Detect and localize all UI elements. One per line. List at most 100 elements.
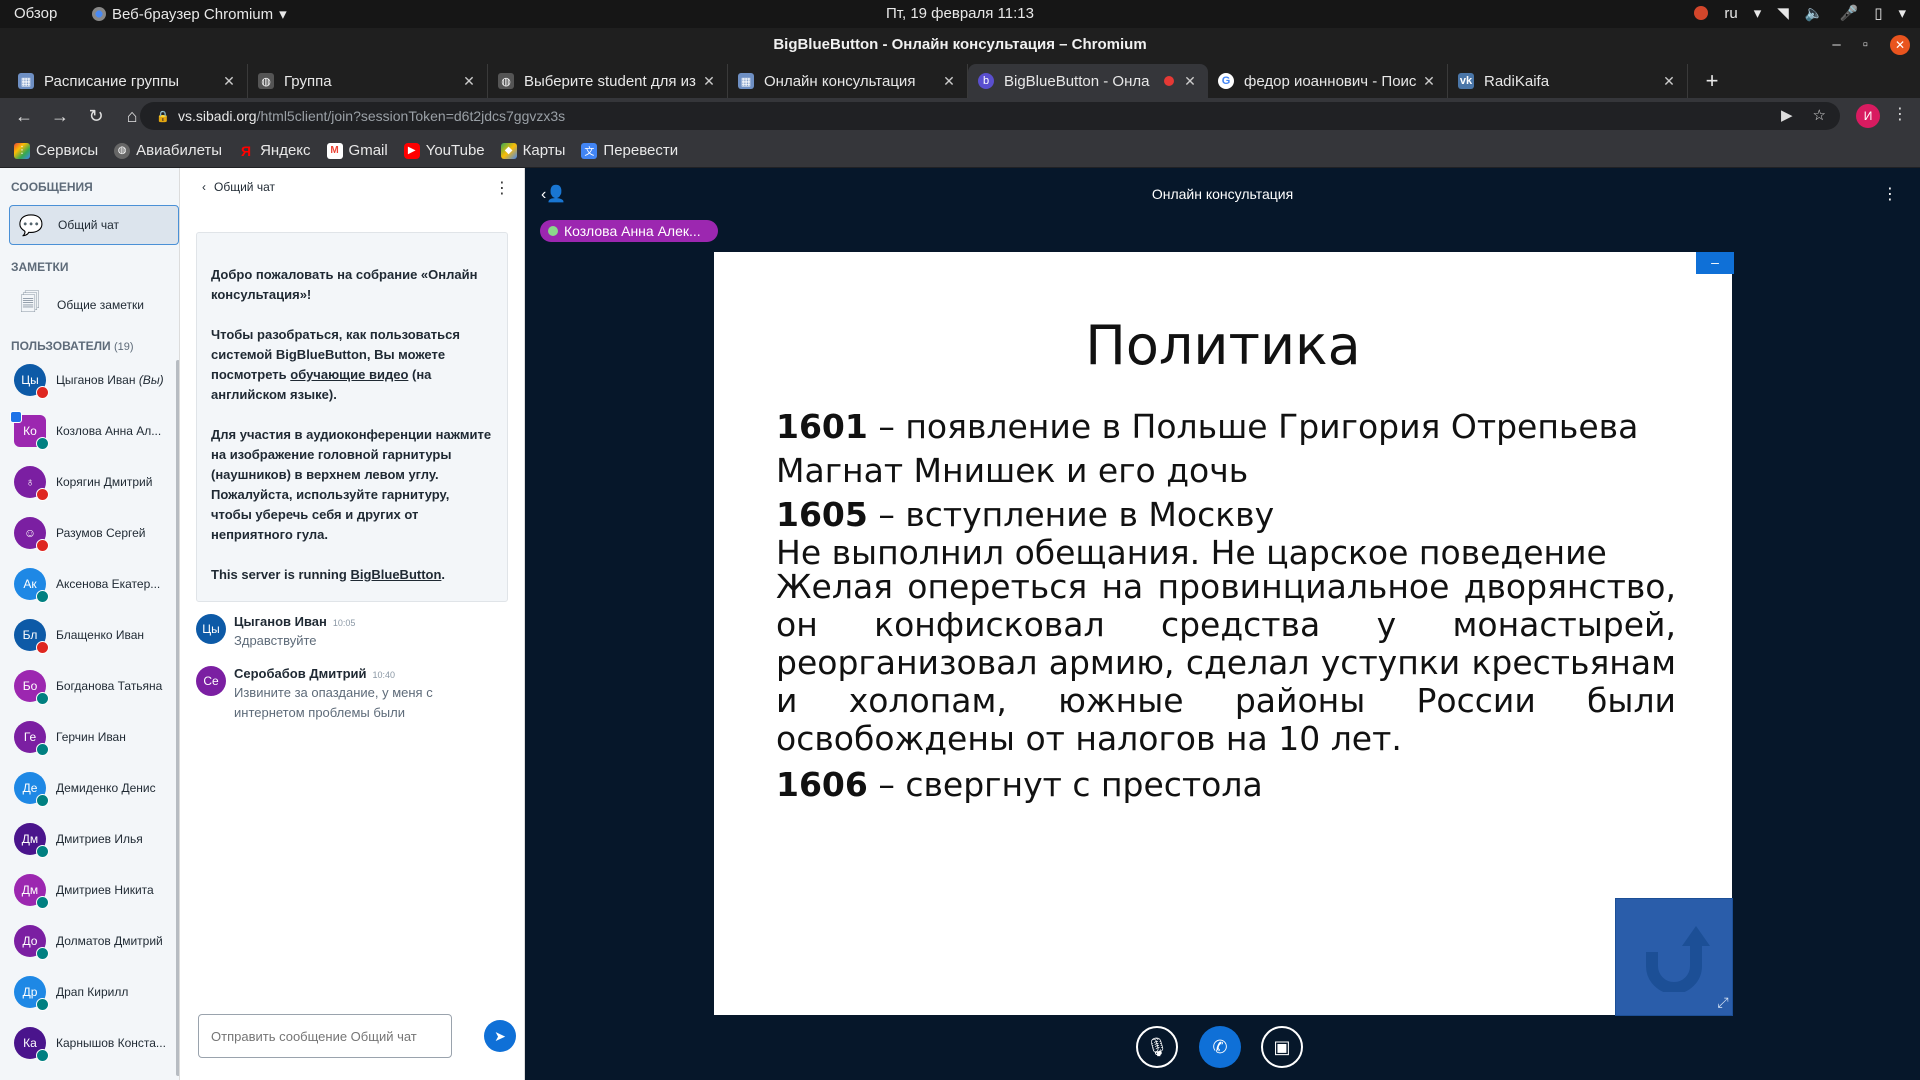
- user-list-item[interactable]: Ко Козлова Анна Ал...: [10, 411, 174, 451]
- bookmark-avia[interactable]: ◍ Авиабилеты: [114, 142, 222, 159]
- user-list-item[interactable]: Ка Карнышов Конста...: [14, 1023, 174, 1063]
- user-list-item[interactable]: До Долматов Дмитрий: [14, 921, 174, 961]
- user-list-item[interactable]: Бо Богданова Татьяна: [14, 666, 174, 706]
- user-name-text: Цыганов Иван: [56, 373, 136, 387]
- profile-avatar[interactable]: И: [1856, 104, 1880, 128]
- bigbluebutton-link[interactable]: BigBlueButton: [350, 567, 441, 582]
- battery-icon: ▯: [1874, 5, 1883, 22]
- bookmark-youtube[interactable]: ▶ YouTube: [403, 142, 485, 159]
- tab-radikaifa[interactable]: vk RadiKaifa ✕: [1448, 64, 1688, 98]
- new-tab-button[interactable]: +: [1698, 67, 1726, 95]
- user-list-item[interactable]: ♁ Корягин Дмитрий: [14, 462, 174, 502]
- avatar-initials: До: [22, 934, 38, 948]
- microphone-muted-icon: [36, 641, 49, 654]
- slide-text: – свергнут с престола: [867, 765, 1263, 804]
- minimize-presentation-button[interactable]: –: [1696, 252, 1734, 274]
- keyboard-layout[interactable]: ru: [1724, 5, 1737, 22]
- chat-message: Се Серобабов Дмитрий 10:40 Извините за оп…: [196, 666, 494, 723]
- slide-title: Политика: [1085, 314, 1361, 377]
- presentation-slide[interactable]: Политика 1601 – появление в Польше Григо…: [714, 252, 1732, 1015]
- microphone-muted-icon: [36, 539, 49, 552]
- welcome-p3: Для участия в аудиоконференции нажмите н…: [211, 427, 492, 542]
- vk-icon: vk: [1458, 73, 1474, 89]
- avatar: Ка: [14, 1027, 49, 1062]
- user-list-item[interactable]: Дм Дмитриев Илья: [14, 819, 174, 859]
- close-tab-icon[interactable]: ✕: [941, 73, 957, 90]
- avatar: Дм: [14, 823, 49, 858]
- bookmark-label: Авиабилеты: [136, 142, 223, 159]
- user-list-item[interactable]: Дм Дмитриев Никита: [14, 870, 174, 910]
- bookmark-star-icon[interactable]: ☆: [1813, 106, 1826, 124]
- tab-choose-student[interactable]: ◍ Выберите student для из ✕: [488, 64, 728, 98]
- fullscreen-icon[interactable]: ⤢: [1713, 992, 1733, 1012]
- slide-year: 1605: [776, 495, 868, 534]
- bookmark-maps[interactable]: ◆ Карты: [500, 142, 565, 159]
- avatar: Бл: [14, 619, 49, 654]
- minimize-window-button[interactable]: –: [1832, 28, 1840, 62]
- user-list-item[interactable]: Де Демиденко Денис: [14, 768, 174, 808]
- user-list-item[interactable]: ☺ Разумов Сергей: [14, 513, 174, 553]
- chat-header[interactable]: ‹ Общий чат: [202, 180, 275, 194]
- forward-button[interactable]: →: [42, 106, 78, 127]
- tab-title: BigBlueButton - Онла: [1004, 72, 1150, 90]
- share-webcam-button[interactable]: ▣: [1261, 1026, 1303, 1068]
- send-message-button[interactable]: ➤: [484, 1020, 516, 1052]
- close-tab-icon[interactable]: ✕: [461, 73, 477, 90]
- avatar-initials: Бл: [22, 628, 38, 642]
- bookmark-translate[interactable]: 文 Перевести: [581, 142, 678, 159]
- message-author: Цыганов Иван: [234, 614, 327, 629]
- reload-button[interactable]: ↻: [78, 106, 114, 127]
- close-tab-icon[interactable]: ✕: [1182, 73, 1198, 90]
- bookmark-yandex[interactable]: Я Яндекс: [238, 142, 310, 159]
- user-name: Корягин Дмитрий: [56, 475, 174, 489]
- tutorial-video-link[interactable]: обучающие видео: [290, 367, 408, 382]
- notes-heading: ЗАМЕТКИ: [11, 260, 69, 274]
- clock[interactable]: Пт, 19 февраля 11:13: [0, 5, 1920, 22]
- talking-user-name: Козлова Анна Алек...: [564, 223, 701, 239]
- close-tab-icon[interactable]: ✕: [1421, 73, 1437, 90]
- user-list-item[interactable]: Ге Герчин Иван: [14, 717, 174, 757]
- leave-audio-button[interactable]: ✆: [1199, 1026, 1241, 1068]
- public-chat-item[interactable]: 💬 Общий чат: [9, 205, 179, 245]
- tab-schedule[interactable]: ▦ Расписание группы ✕: [8, 64, 248, 98]
- talking-indicator[interactable]: Козлова Анна Алек...: [540, 220, 718, 242]
- bookmark-services[interactable]: ⋮ Сервисы: [14, 142, 98, 159]
- chevron-down-icon: ▾: [1898, 5, 1906, 22]
- user-list-item[interactable]: Др Драп Кирилл: [14, 972, 174, 1012]
- user-name-text: Разумов Сергей: [56, 526, 146, 540]
- user-list-item[interactable]: Цы Цыганов Иван (Вы): [14, 360, 174, 400]
- options-menu-icon[interactable]: ⋮: [1882, 184, 1898, 204]
- message-time: 10:40: [372, 670, 396, 680]
- bookmark-gmail[interactable]: M Gmail: [326, 142, 388, 159]
- camera-in-use-icon[interactable]: ▶: [1781, 106, 1793, 124]
- tab-group[interactable]: ◍ Группа ✕: [248, 64, 488, 98]
- tab-google-search[interactable]: G федор иоаннович - Поис ✕: [1208, 64, 1448, 98]
- tab-bigbluebutton[interactable]: b BigBlueButton - Онла ✕: [968, 64, 1208, 98]
- message-text: Здравствуйте: [234, 633, 317, 648]
- close-window-button[interactable]: ✕: [1890, 35, 1910, 55]
- microphone-muted-icon: [36, 386, 49, 399]
- headphones-icon: [36, 692, 49, 705]
- user-name-text: Долматов Дмитрий: [56, 934, 163, 948]
- close-tab-icon[interactable]: ✕: [221, 73, 237, 90]
- close-tab-icon[interactable]: ✕: [1661, 73, 1677, 90]
- mute-button[interactable]: 🎙: [1136, 1026, 1178, 1068]
- user-name: Блащенко Иван: [56, 628, 174, 642]
- bookmarks-bar: ⋮ Сервисы ◍ Авиабилеты Я Яндекс M Gmail ▶ You…: [0, 134, 1920, 168]
- back-button[interactable]: ←: [6, 106, 42, 127]
- browser-menu-icon[interactable]: ⋮: [1892, 104, 1908, 124]
- maximize-window-button[interactable]: ▫: [1863, 28, 1868, 62]
- user-list-item[interactable]: Ак Аксенова Екатер...: [14, 564, 174, 604]
- chat-options-icon[interactable]: ⋮: [494, 178, 510, 198]
- headphones-icon: [36, 998, 49, 1011]
- url-host: vs.sibadi.org: [178, 108, 257, 124]
- globe-icon: ◍: [498, 73, 514, 89]
- shared-notes-item[interactable]: 🗐 Общие заметки: [9, 285, 179, 325]
- recording-indicator-icon: [1164, 76, 1174, 86]
- chat-message-input[interactable]: [198, 1014, 452, 1058]
- address-bar[interactable]: 🔒 vs.sibadi.org/html5client/join?session…: [140, 102, 1840, 130]
- tab-online-consultation[interactable]: ▦ Онлайн консультация ✕: [728, 64, 968, 98]
- system-tray[interactable]: ru ▾ ◥ 🔈 🎤 ▯ ▾: [1694, 4, 1906, 22]
- close-tab-icon[interactable]: ✕: [701, 73, 717, 90]
- user-list-item[interactable]: Бл Блащенко Иван: [14, 615, 174, 655]
